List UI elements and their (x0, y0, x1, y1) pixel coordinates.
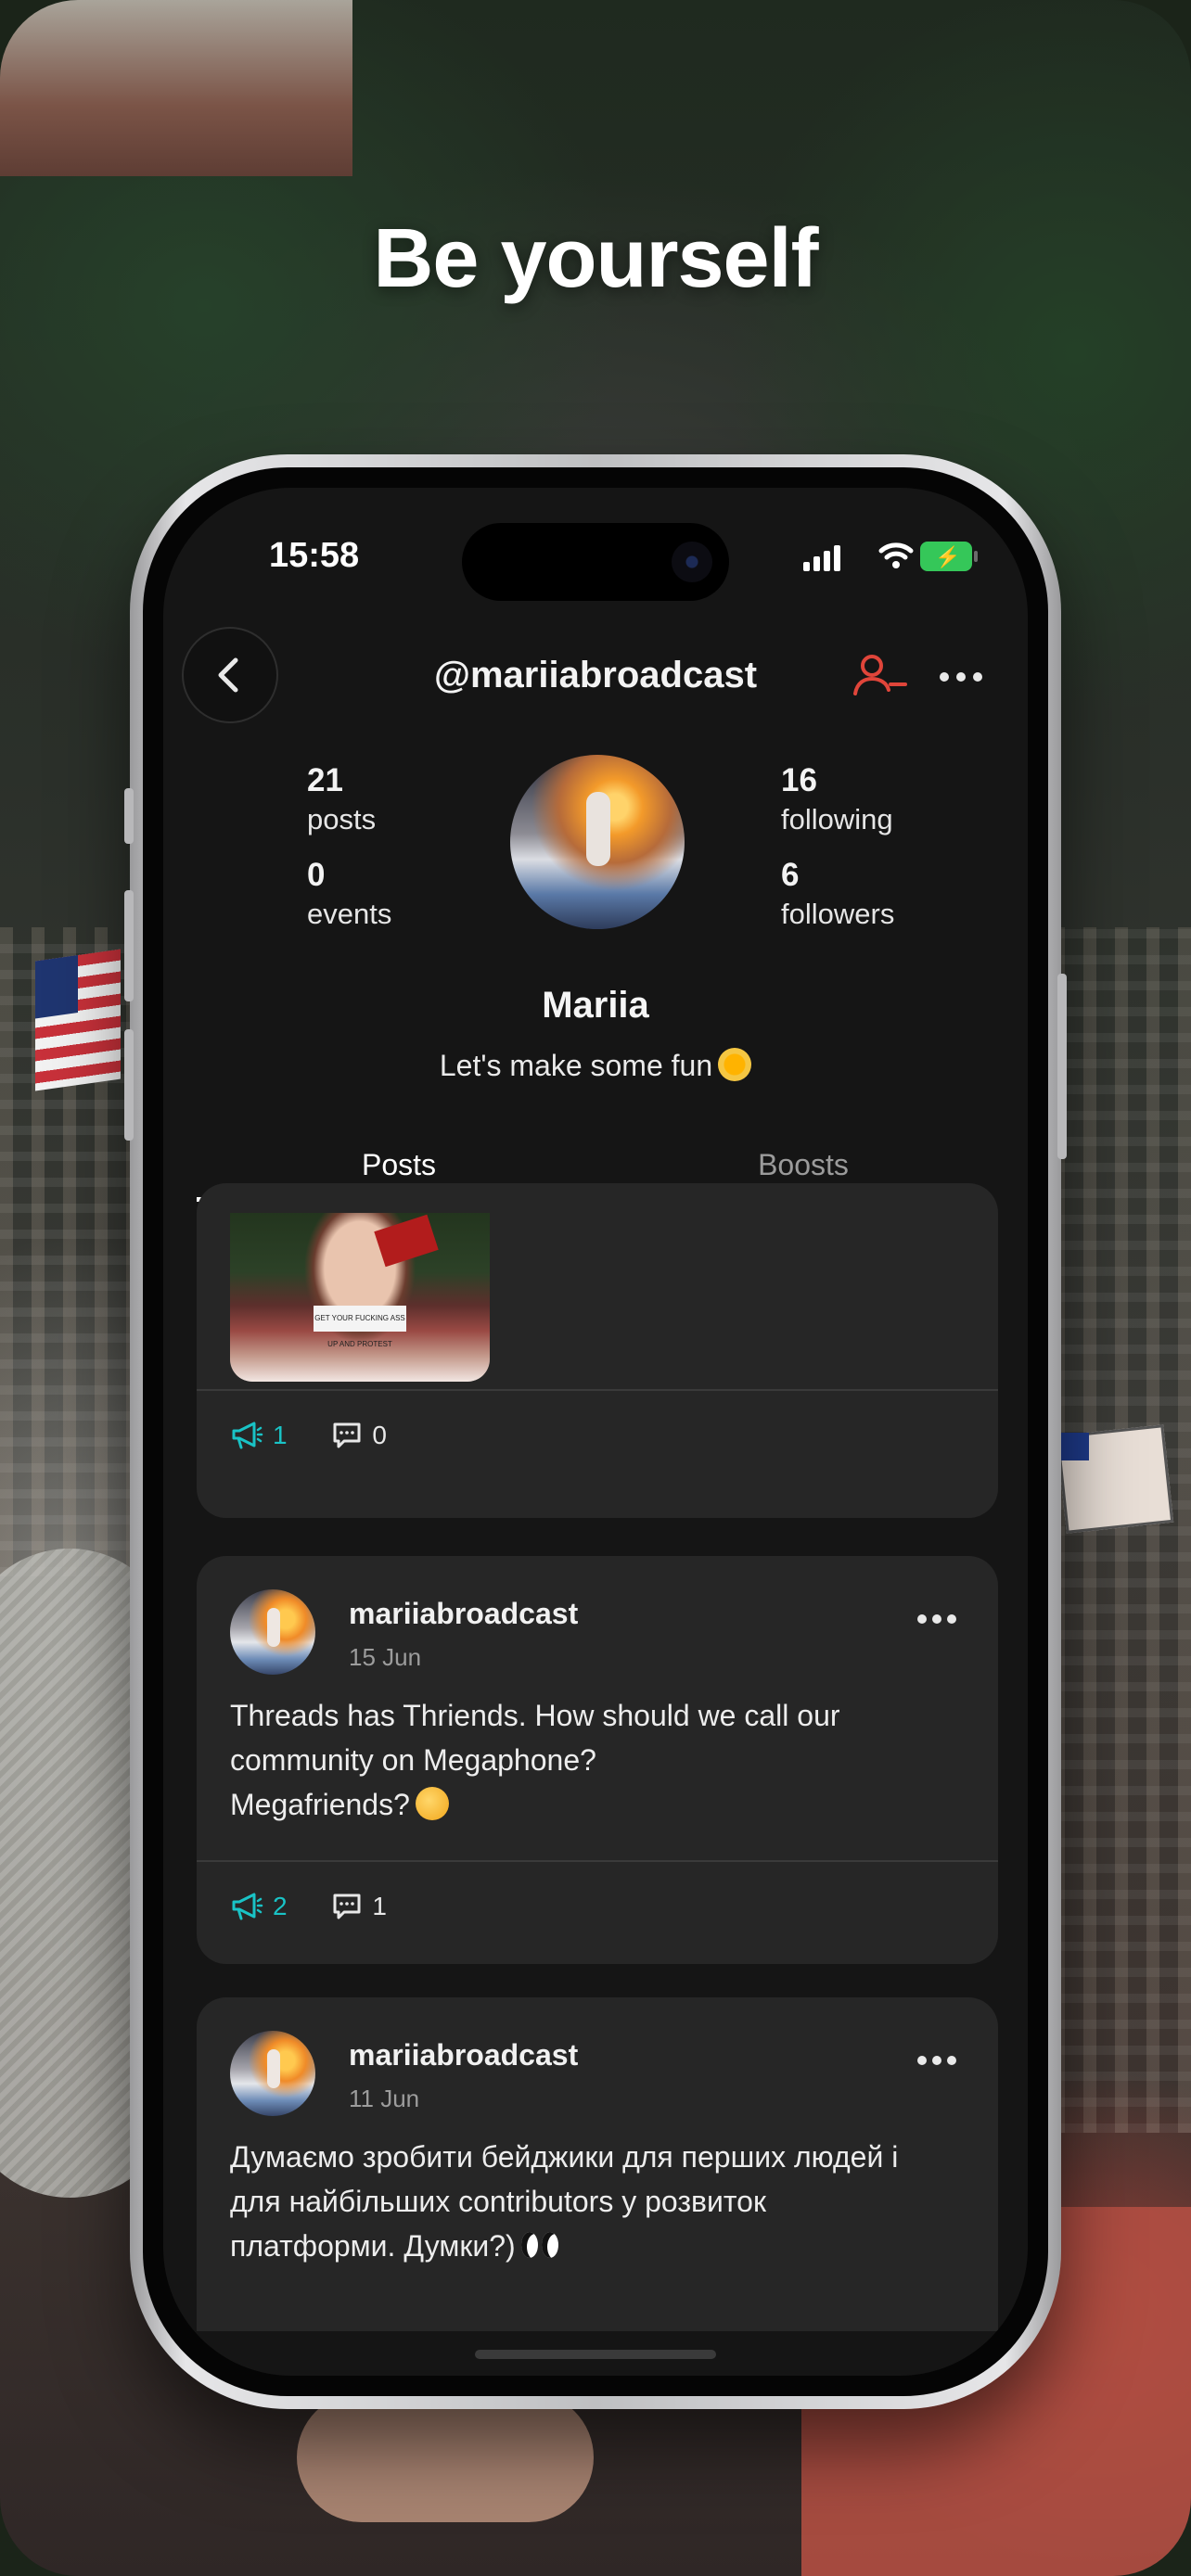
ellipsis-icon (917, 1614, 956, 1624)
post-text-line: Threads has Thriends. How should we call… (230, 1699, 840, 1732)
stat-events[interactable]: 0 events (307, 855, 391, 933)
post-card[interactable]: mariiabroadcast 15 Jun Threads has Thrie… (197, 1556, 998, 1964)
boost-count: 1 (273, 1421, 288, 1449)
post-author[interactable]: mariiabroadcast (349, 2038, 578, 2072)
more-options-button[interactable] (931, 647, 991, 707)
background-building (0, 0, 352, 176)
post-divider (197, 1389, 998, 1391)
person-minus-icon (853, 655, 907, 695)
post-date: 15 Jun (349, 1643, 422, 1671)
stat-followers-label: followers (781, 898, 895, 930)
post-actions: 1 0 (230, 1421, 424, 1458)
comment-count: 0 (372, 1421, 387, 1449)
unfollow-button[interactable] (850, 647, 909, 707)
ellipsis-icon (917, 2056, 956, 2065)
post-text-line: Megafriends? (230, 1788, 410, 1821)
boost-button[interactable]: 1 (230, 1421, 288, 1450)
phone-frame: 15:58 ⚡ @mariiabroadcast 21 posts 0 even… (124, 454, 1067, 2409)
status-bar: 15:58 ⚡ (163, 488, 1028, 627)
background-us-flag (35, 949, 121, 1091)
post-text-line: для найбільших contributors у розвиток (230, 2185, 766, 2218)
comment-button[interactable]: 0 (331, 1421, 387, 1450)
stat-posts-label: posts (307, 803, 377, 835)
boost-button[interactable]: 2 (230, 1892, 288, 1921)
post-more-button[interactable] (909, 2040, 965, 2081)
profile-bio: Let's make some fun (163, 1048, 1028, 1083)
profile-name: Mariia (542, 985, 649, 1026)
speech-bubble-icon (333, 1422, 361, 1448)
post-text-line-with-emoji: Megafriends? (230, 1782, 963, 1827)
app-screen: 15:58 ⚡ @mariiabroadcast 21 posts 0 even… (163, 488, 1028, 2376)
camera-icon (672, 542, 712, 582)
image-red-flag (374, 1214, 439, 1268)
post-card[interactable]: GET YOUR FUCKING ASS UP AND PROTEST 1 0 (197, 1183, 998, 1518)
post-text-line-with-emoji: платформи. Думки?) (230, 2224, 963, 2268)
profile-avatar (510, 755, 685, 929)
status-time: 15:58 (269, 536, 360, 575)
post-text: Threads has Thriends. How should we call… (230, 1693, 963, 1827)
wifi-icon (877, 540, 915, 574)
stat-events-label: events (307, 898, 392, 930)
post-date: 11 Jun (349, 2085, 420, 2112)
volume-down-button (124, 1029, 134, 1141)
author-avatar[interactable] (230, 1589, 315, 1675)
phone-side-button (124, 788, 134, 844)
profile-header: @mariiabroadcast (163, 627, 1028, 729)
profile-bio-text: Let's make some fun (439, 1049, 713, 1082)
post-more-button[interactable] (909, 1599, 965, 1639)
power-button (1057, 974, 1067, 1159)
sun-emoji-icon (718, 1048, 752, 1081)
speech-bubble-icon (333, 1894, 361, 1919)
post-text: Думаємо зробити бейджики для перших люде… (230, 2135, 963, 2268)
comment-count: 1 (372, 1892, 387, 1920)
post-image[interactable]: GET YOUR FUCKING ASS UP AND PROTEST (230, 1213, 490, 1382)
post-header: mariiabroadcast 11 Jun (230, 2031, 965, 2123)
stat-following-value: 16 (781, 762, 817, 798)
post-text-line: community on Megaphone? (230, 1743, 596, 1777)
signal-icon (803, 545, 844, 571)
stat-followers[interactable]: 6 followers (781, 855, 894, 933)
comment-button[interactable]: 1 (331, 1892, 387, 1921)
stat-following[interactable]: 16 following (781, 760, 893, 838)
post-text-line: платформи. Думки?) (230, 2229, 516, 2263)
stat-posts-value: 21 (307, 762, 343, 798)
stat-posts[interactable]: 21 posts (307, 760, 376, 838)
author-avatar[interactable] (230, 2031, 315, 2116)
stat-following-label: following (781, 803, 893, 835)
image-protest-sign: GET YOUR FUCKING ASS UP AND PROTEST (314, 1306, 406, 1348)
background-eu-flag (1061, 1433, 1089, 1460)
dynamic-island (462, 523, 729, 601)
stat-followers-value: 6 (781, 857, 800, 893)
marketing-headline: Be yourself (373, 212, 818, 305)
megaphone-icon (232, 1893, 263, 1920)
promo-screenshot: Be yourself 15:58 ⚡ @mariiabroadcast 21 … (0, 0, 1191, 2576)
ellipsis-icon (940, 672, 982, 682)
posts-feed: GET YOUR FUCKING ASS UP AND PROTEST 1 0 (163, 1183, 1028, 2331)
post-author[interactable]: mariiabroadcast (349, 1597, 578, 1631)
post-header: mariiabroadcast 15 Jun (230, 1589, 965, 1682)
post-card[interactable]: mariiabroadcast 11 Jun Думаємо зробити б… (197, 1997, 998, 2331)
eyes-emoji-icon (520, 2228, 562, 2262)
stat-events-value: 0 (307, 857, 326, 893)
volume-up-button (124, 890, 134, 1001)
megaphone-icon (232, 1422, 263, 1449)
post-actions: 2 1 (230, 1892, 424, 1929)
home-indicator (475, 2350, 716, 2359)
thinking-emoji-icon (415, 1787, 449, 1820)
post-text-line: Думаємо зробити бейджики для перших люде… (230, 2140, 899, 2174)
boost-count: 2 (273, 1892, 288, 1920)
post-divider (197, 1860, 998, 1862)
battery-icon: ⚡ (920, 542, 978, 571)
background-hand (297, 2392, 594, 2522)
